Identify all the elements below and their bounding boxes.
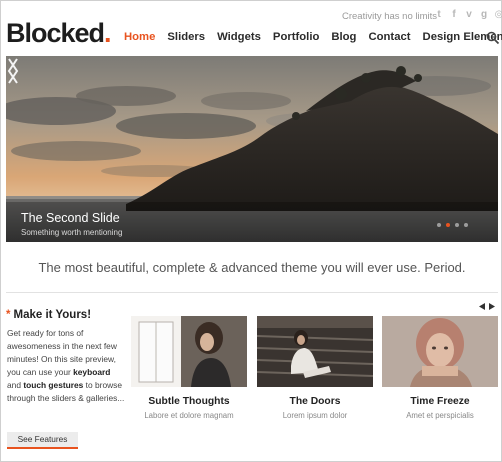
tagline-banner: The most beautiful, complete & advanced …	[38, 260, 466, 275]
carousel-next-icon[interactable]	[489, 303, 495, 310]
slider-dot[interactable]	[455, 223, 459, 227]
nav-portfolio[interactable]: Portfolio	[273, 31, 319, 43]
page-frame: Blocked. Creativity has no limits t f v …	[0, 0, 502, 462]
nav-widgets[interactable]: Widgets	[217, 31, 261, 43]
portfolio-thumb[interactable]	[257, 316, 373, 387]
slide-subtitle: Something worth mentioning	[21, 228, 123, 237]
main-nav: Home Sliders Widgets Portfolio Blog Cont…	[124, 31, 502, 43]
see-features-button[interactable]: See Features	[7, 432, 78, 449]
site-logo[interactable]: Blocked.	[6, 18, 111, 49]
slider-dot-active[interactable]	[446, 223, 450, 227]
portfolio-subtitle: Labore et dolore magnam	[144, 411, 234, 420]
facebook-icon[interactable]: f	[449, 9, 459, 21]
vimeo-icon[interactable]: v	[464, 9, 474, 21]
carousel-prev-icon[interactable]	[479, 303, 485, 310]
slider-pagination	[437, 223, 468, 227]
promo-body: Get ready for tons of awesomeness in the…	[7, 328, 125, 403]
twitter-icon[interactable]: t	[434, 9, 444, 21]
portfolio-title[interactable]: The Doors	[257, 396, 373, 407]
portfolio-item[interactable]: The Doors Lorem ipsum dolor	[257, 316, 373, 420]
search-icon[interactable]	[486, 31, 500, 45]
portfolio-subtitle: Lorem ipsum dolor	[282, 411, 348, 420]
site-tagline: Creativity has no limits	[342, 11, 438, 22]
portfolio-subtitle: Amet et perspicialis	[406, 411, 474, 420]
nav-contact[interactable]: Contact	[368, 31, 410, 43]
social-icons: t f v g ◎	[434, 9, 502, 21]
google-plus-icon[interactable]: g	[479, 9, 489, 21]
divider	[6, 292, 498, 293]
promo-title: * Make it Yours!	[6, 309, 92, 321]
slider-next-arrow[interactable]	[6, 56, 20, 86]
slide-title: The Second Slide	[21, 211, 120, 225]
portfolio-item[interactable]: Time Freeze Amet et perspicialis	[382, 316, 498, 420]
slider-dot[interactable]	[437, 223, 441, 227]
asterisk-icon: *	[6, 309, 11, 321]
nav-home[interactable]: Home	[124, 31, 155, 43]
portfolio-thumb[interactable]	[131, 316, 247, 387]
portfolio-title[interactable]: Time Freeze	[382, 396, 498, 407]
portfolio-thumb[interactable]	[382, 316, 498, 387]
nav-blog[interactable]: Blog	[331, 31, 356, 43]
portfolio-item[interactable]: Subtle Thoughts Labore et dolore magnam	[131, 316, 247, 420]
slider-dot[interactable]	[464, 223, 468, 227]
portfolio-title[interactable]: Subtle Thoughts	[131, 396, 247, 407]
dribbble-icon[interactable]: ◎	[494, 9, 502, 21]
nav-sliders[interactable]: Sliders	[167, 31, 205, 43]
